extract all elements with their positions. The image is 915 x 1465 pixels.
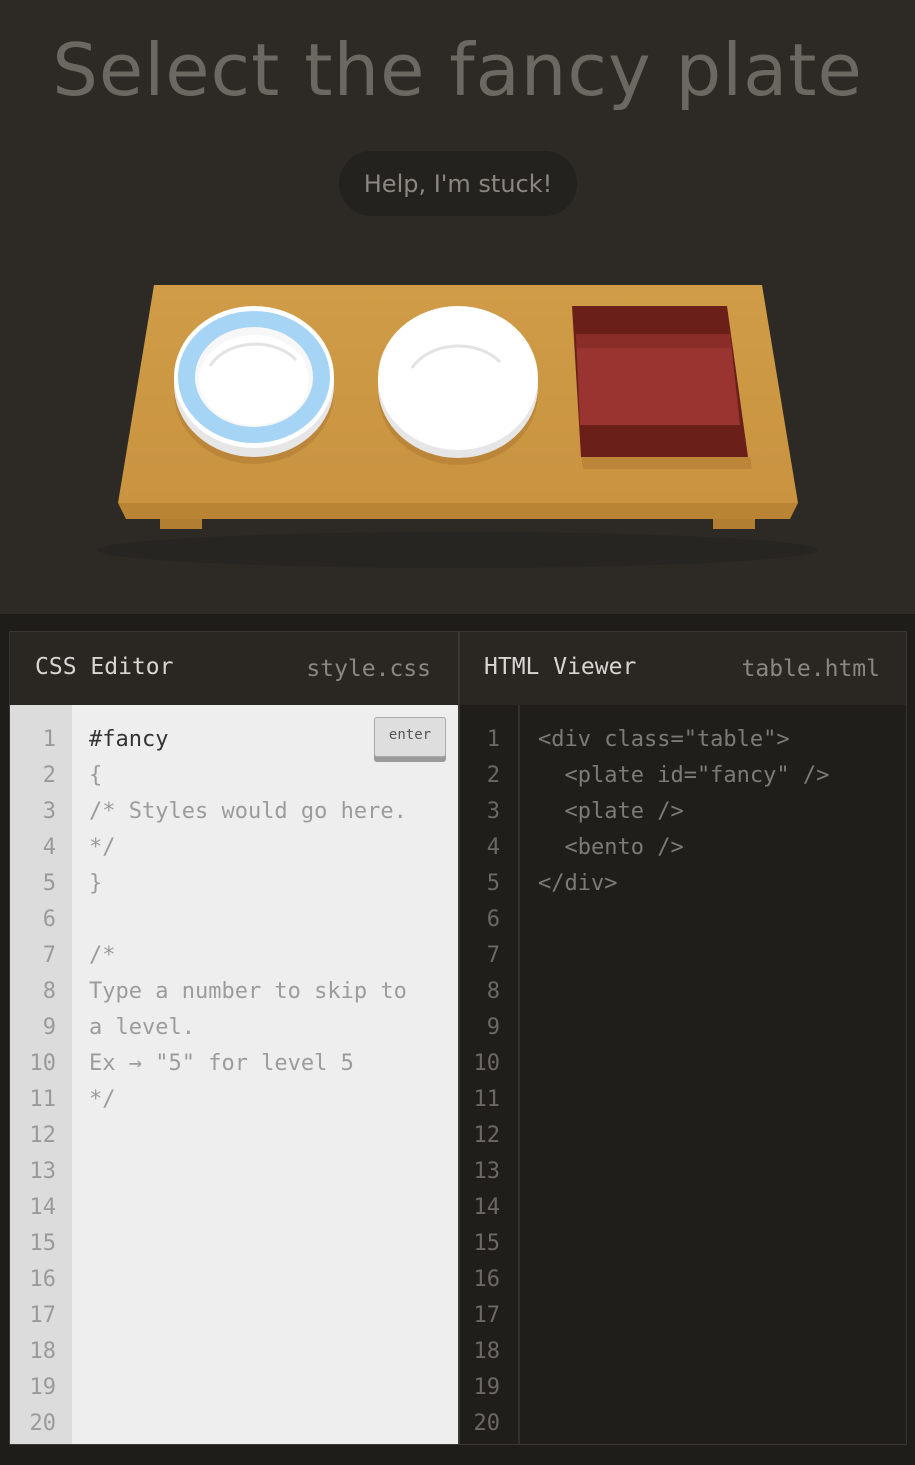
line-number: 17 [29, 1303, 57, 1328]
line-number: 16 [29, 1267, 57, 1292]
line-number: 20 [473, 1411, 501, 1436]
enter-button[interactable]: enter [374, 717, 446, 757]
line-number: 7 [42, 943, 56, 968]
line-number: 12 [29, 1123, 57, 1148]
line-number: 3 [486, 799, 500, 824]
line-number: 12 [473, 1123, 501, 1148]
line-number: 1 [42, 727, 56, 752]
line-number: 6 [42, 907, 56, 932]
line-number: 14 [29, 1195, 57, 1220]
line-number: 11 [473, 1087, 501, 1112]
html-line-numbers: 1 2 3 4 5 6 7 8 9 10 11 12 13 14 15 16 1… [460, 705, 520, 1444]
bento-box[interactable] [572, 306, 752, 469]
line-number: 18 [29, 1339, 57, 1364]
line-number: 18 [473, 1339, 501, 1364]
html-viewer: 1 2 3 4 5 6 7 8 9 10 11 12 13 14 15 16 1… [460, 705, 906, 1444]
line-number: 9 [486, 1015, 500, 1040]
markup-line[interactable]: <bento /> [538, 830, 906, 866]
line-number: 16 [473, 1267, 501, 1292]
line-number: 20 [29, 1411, 57, 1436]
code-line: { [89, 763, 103, 788]
code-line: /* Styles would go here. [89, 799, 407, 824]
line-number: 4 [486, 835, 500, 860]
css-filename: style.css [306, 656, 431, 682]
line-number: 1 [486, 727, 500, 752]
html-viewer-title: HTML Viewer [484, 654, 637, 680]
line-number: 13 [473, 1159, 501, 1184]
line-number: 19 [29, 1375, 57, 1400]
game-area: Select the fancy plate Help, I'm stuck! [0, 0, 915, 614]
line-number: 3 [42, 799, 56, 824]
css-editor-panel: CSS Editor style.css 1 2 3 4 5 6 7 8 9 1… [9, 631, 459, 1445]
markup-line[interactable]: </div> [538, 866, 906, 902]
line-number: 15 [29, 1231, 57, 1256]
code-line: Type a number to skip to [89, 979, 407, 1004]
line-number: 15 [473, 1231, 501, 1256]
css-line-numbers: 1 2 3 4 5 6 7 8 9 10 11 12 13 14 15 16 1… [10, 705, 72, 1444]
css-editor-header: CSS Editor style.css [10, 632, 458, 705]
code-line: } [89, 871, 103, 896]
line-number: 14 [473, 1195, 501, 1220]
line-number: 5 [42, 871, 56, 896]
line-number: 10 [29, 1051, 57, 1076]
line-number: 6 [486, 907, 500, 932]
dining-table [98, 285, 818, 568]
markup-line[interactable]: <div class="table"> [538, 722, 906, 758]
markup-line[interactable]: <plate id="fancy" /> [538, 758, 906, 794]
level-title: Select the fancy plate [52, 28, 863, 112]
line-number: 7 [486, 943, 500, 968]
css-code: #fancy { /* Styles would go here. */ } /… [89, 705, 458, 1118]
help-button[interactable]: Help, I'm stuck! [339, 151, 577, 216]
line-number: 2 [486, 763, 500, 788]
html-viewer-header: HTML Viewer table.html [460, 632, 906, 705]
css-editor[interactable]: 1 2 3 4 5 6 7 8 9 10 11 12 13 14 15 16 1… [10, 705, 458, 1444]
html-code: <div class="table"> <plate id="fancy" />… [538, 705, 906, 902]
line-number: 11 [29, 1087, 57, 1112]
line-number: 8 [42, 979, 56, 1004]
fancy-plate[interactable] [174, 306, 334, 464]
line-number: 10 [473, 1051, 501, 1076]
html-filename: table.html [741, 656, 880, 682]
code-line: /* [89, 943, 116, 968]
line-number: 9 [42, 1015, 56, 1040]
line-number: 13 [29, 1159, 57, 1184]
code-line: Ex → "5" for level 5 [89, 1051, 354, 1076]
line-number: 5 [486, 871, 500, 896]
html-viewer-panel: HTML Viewer table.html 1 2 3 4 5 6 7 8 9… [459, 631, 907, 1445]
code-line: */ [89, 1087, 116, 1112]
code-line: a level. [89, 1015, 195, 1040]
line-number: 2 [42, 763, 56, 788]
plate[interactable] [378, 306, 538, 465]
line-number: 4 [42, 835, 56, 860]
markup-line[interactable]: <plate /> [538, 794, 906, 830]
line-number: 19 [473, 1375, 501, 1400]
css-editor-title: CSS Editor [35, 654, 174, 680]
line-number: 17 [473, 1303, 501, 1328]
line-number: 8 [486, 979, 500, 1004]
code-line: */ [89, 835, 116, 860]
